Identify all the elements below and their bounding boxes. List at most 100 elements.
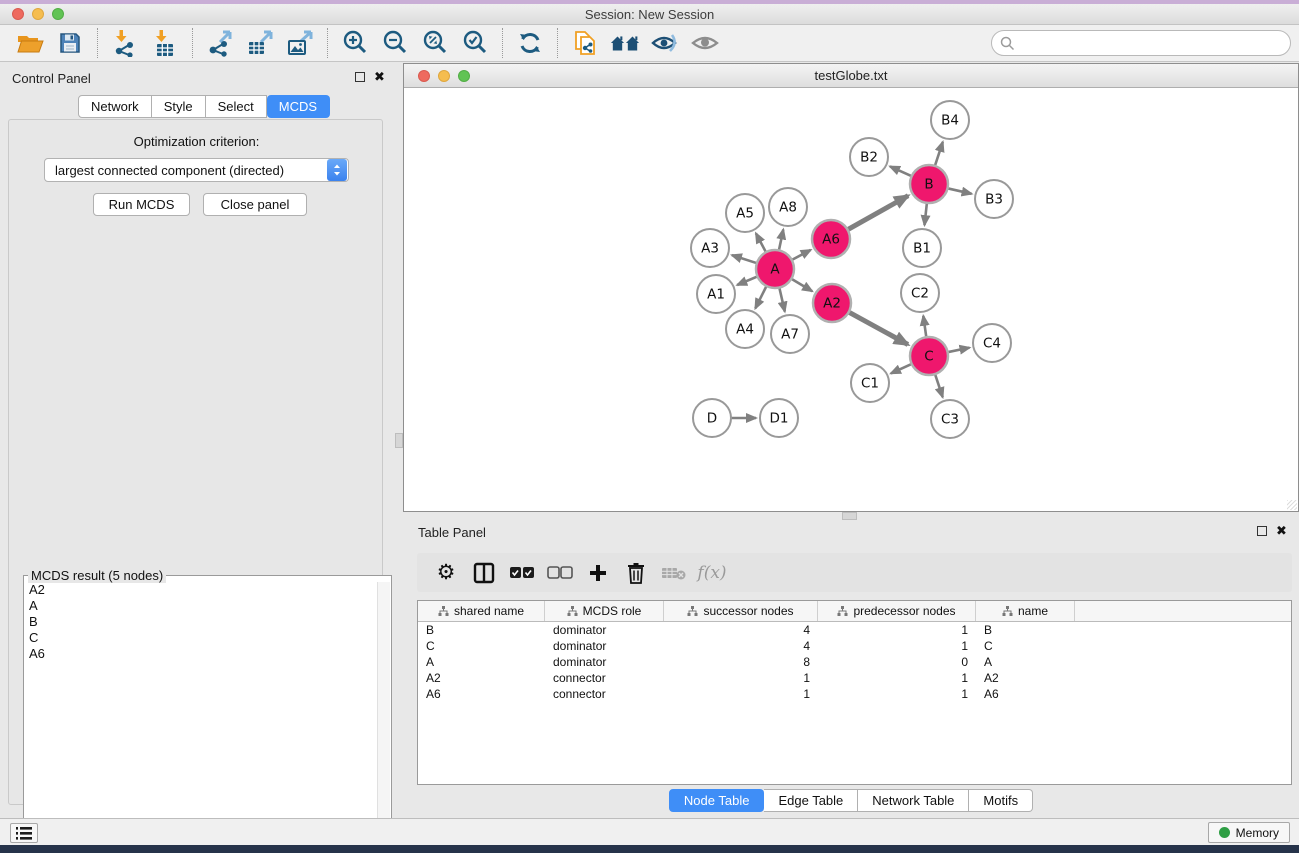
open-session-button[interactable] — [15, 28, 45, 58]
graph-node-B2[interactable]: B2 — [850, 138, 888, 176]
column-header-predecessor-nodes[interactable]: predecessor nodes — [818, 601, 976, 621]
graph-node-C2[interactable]: C2 — [901, 274, 939, 312]
cell[interactable]: 4 — [664, 638, 818, 654]
cell[interactable]: 1 — [818, 686, 976, 702]
graph-edge-C-C1[interactable] — [891, 364, 912, 374]
tab-style[interactable]: Style — [152, 95, 206, 118]
graph-node-A4[interactable]: A4 — [726, 310, 764, 348]
cell[interactable]: A — [976, 654, 1075, 670]
zoom-selected-button[interactable] — [460, 28, 490, 58]
graph-node-D1[interactable]: D1 — [760, 399, 798, 437]
graph-node-C[interactable]: C — [910, 337, 948, 375]
run-mcds-button[interactable]: Run MCDS — [93, 193, 190, 216]
home-button[interactable] — [610, 28, 640, 58]
control-panel-float-button[interactable] — [355, 72, 365, 82]
graph-edge-A-A4[interactable] — [755, 286, 766, 308]
cell[interactable]: dominator — [545, 654, 664, 670]
cell[interactable]: A6 — [976, 686, 1075, 702]
cell[interactable]: B — [976, 622, 1075, 638]
mcds-result-item[interactable]: A2 — [26, 582, 376, 598]
cell[interactable]: C — [418, 638, 545, 654]
graph-edge-B-B4[interactable] — [935, 142, 943, 166]
cell[interactable]: 1 — [818, 622, 976, 638]
save-session-button[interactable] — [55, 28, 85, 58]
mcds-result-item[interactable]: C — [26, 630, 376, 646]
mcds-result-item[interactable]: B — [26, 614, 376, 630]
task-history-button[interactable] — [10, 823, 38, 843]
graph-edge-A-A7[interactable] — [779, 288, 785, 312]
criterion-dropdown[interactable]: largest connected component (directed) — [44, 158, 349, 182]
graph-node-B4[interactable]: B4 — [931, 101, 969, 139]
cell[interactable]: C — [976, 638, 1075, 654]
function-builder-button[interactable]: f(x) — [698, 559, 726, 587]
graph-node-C3[interactable]: C3 — [931, 400, 969, 438]
graph-edge-B-B1[interactable] — [925, 203, 927, 225]
clone-network-button[interactable] — [570, 28, 600, 58]
tab-mcds[interactable]: MCDS — [267, 95, 330, 118]
mcds-result-item[interactable]: A — [26, 598, 376, 614]
graph-node-A7[interactable]: A7 — [771, 315, 809, 353]
graph-node-B[interactable]: B — [910, 165, 948, 203]
cell[interactable]: 0 — [818, 654, 976, 670]
graph-node-C4[interactable]: C4 — [973, 324, 1011, 362]
graph-edge-B-B2[interactable] — [890, 166, 912, 176]
tab-motifs[interactable]: Motifs — [969, 789, 1033, 812]
tab-select[interactable]: Select — [206, 95, 267, 118]
graph-node-D[interactable]: D — [693, 399, 731, 437]
graph-edge-A6-B[interactable] — [848, 196, 909, 230]
zoom-out-button[interactable] — [380, 28, 410, 58]
graph-edge-C-C2[interactable] — [923, 316, 926, 337]
tab-node-table[interactable]: Node Table — [669, 789, 765, 812]
select-all-columns-button[interactable] — [508, 559, 536, 587]
create-column-button[interactable] — [584, 559, 612, 587]
cell[interactable]: A6 — [418, 686, 545, 702]
graph-node-A[interactable]: A — [756, 250, 794, 288]
horizontal-splitter-handle[interactable] — [842, 512, 857, 520]
cell[interactable]: 8 — [664, 654, 818, 670]
graph-edge-A-A1[interactable] — [737, 276, 757, 285]
network-window-titlebar[interactable]: testGlobe.txt — [404, 64, 1298, 88]
table-panel-float-button[interactable] — [1257, 526, 1267, 536]
show-all-button[interactable] — [690, 28, 720, 58]
tab-network-table[interactable]: Network Table — [858, 789, 969, 812]
graph-node-A3[interactable]: A3 — [691, 229, 729, 267]
export-table-button[interactable] — [245, 28, 275, 58]
import-table-button[interactable] — [150, 28, 180, 58]
cell[interactable]: A2 — [418, 670, 545, 686]
table-panel-close-button[interactable]: ✖ — [1276, 526, 1287, 536]
export-network-button[interactable] — [205, 28, 235, 58]
graph-edge-B-B3[interactable] — [948, 188, 972, 194]
mcds-result-list[interactable]: A2ABCA6 — [26, 582, 376, 853]
control-panel-close-button[interactable]: ✖ — [374, 72, 385, 82]
zoom-in-button[interactable] — [340, 28, 370, 58]
cell[interactable]: A2 — [976, 670, 1075, 686]
zoom-fit-button[interactable] — [420, 28, 450, 58]
network-canvas[interactable]: B4B2BB3A5A8A6A3B1AA1C2A2A4A7C4CC1C3DD1 — [405, 89, 1297, 510]
graph-edge-A-A8[interactable] — [779, 230, 783, 251]
close-panel-button[interactable]: Close panel — [203, 193, 307, 216]
cell[interactable]: dominator — [545, 638, 664, 654]
graph-node-A1[interactable]: A1 — [697, 275, 735, 313]
vertical-splitter-handle[interactable] — [395, 433, 403, 448]
graph-node-C1[interactable]: C1 — [851, 364, 889, 402]
column-header-successor-nodes[interactable]: successor nodes — [664, 601, 818, 621]
graph-edge-A-A3[interactable] — [732, 255, 757, 263]
delete-table-button[interactable] — [660, 559, 688, 587]
graph-node-B3[interactable]: B3 — [975, 180, 1013, 218]
graph-edge-A-A6[interactable] — [792, 250, 811, 260]
graph-node-A2[interactable]: A2 — [813, 284, 851, 322]
table-row[interactable]: A6connector11A6 — [418, 686, 1291, 702]
cell[interactable]: B — [418, 622, 545, 638]
apply-layout-button[interactable] — [515, 28, 545, 58]
column-header-MCDS-role[interactable]: MCDS role — [545, 601, 664, 621]
network-window-resize-grip[interactable] — [1287, 500, 1297, 510]
table-settings-button[interactable]: ⚙ — [432, 559, 460, 587]
cell[interactable]: dominator — [545, 622, 664, 638]
cell[interactable]: 1 — [664, 670, 818, 686]
export-image-button[interactable] — [285, 28, 315, 58]
mcds-result-item[interactable]: A6 — [26, 646, 376, 662]
memory-button[interactable]: Memory — [1208, 822, 1290, 843]
mcds-result-scrollbar[interactable] — [377, 582, 390, 853]
import-network-button[interactable] — [110, 28, 140, 58]
graph-edge-A-A2[interactable] — [791, 279, 812, 292]
